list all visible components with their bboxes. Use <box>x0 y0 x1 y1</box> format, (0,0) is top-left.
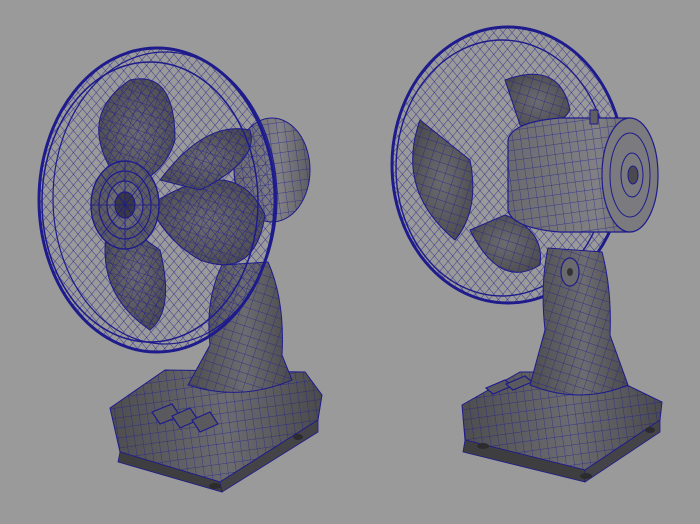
fan-stand <box>529 247 629 396</box>
wireframe-scene <box>37 25 663 493</box>
3d-viewport[interactable] <box>0 0 700 524</box>
motor-housing <box>507 109 659 233</box>
desk-fan-rear-view[interactable] <box>390 25 663 483</box>
fan-guard-cage <box>37 46 278 354</box>
desk-fan-front-view[interactable] <box>37 46 323 493</box>
